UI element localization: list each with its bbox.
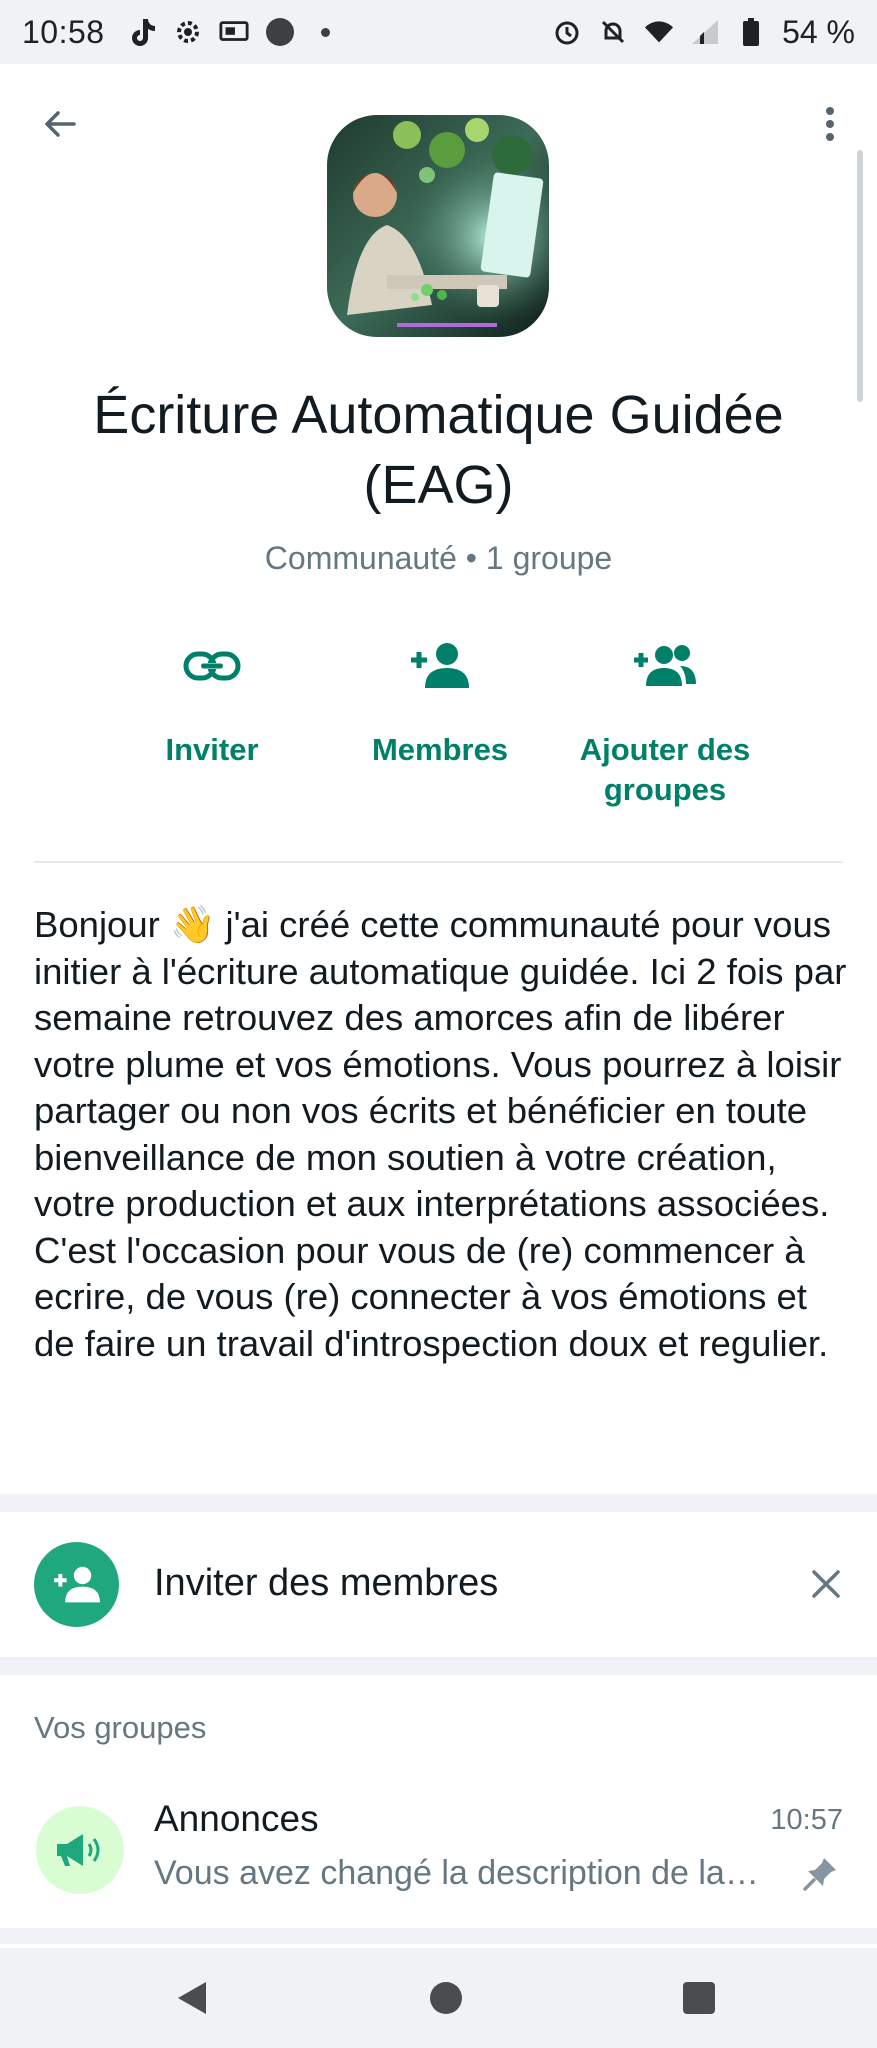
close-invite-button[interactable]: [804, 1562, 848, 1606]
community-description: Bonjour 👋 j'ai créé cette communauté pou…: [34, 904, 847, 1364]
circle-icon: [265, 17, 295, 47]
person-add-icon: [53, 1566, 100, 1602]
invite-action-label: Inviter: [165, 732, 259, 767]
invite-members-label: Inviter des membres: [154, 1562, 499, 1604]
cast-icon: [219, 17, 249, 47]
community-avatar[interactable]: [327, 115, 549, 337]
person-add-icon: [411, 643, 469, 688]
settings-icon: [173, 17, 203, 47]
arrow-left-icon: [45, 111, 76, 137]
battery-level: 54 %: [782, 13, 855, 50]
status-bar-left: 10:58: [22, 14, 341, 51]
invite-action-button[interactable]: Inviter: [132, 636, 292, 770]
status-bar-right: 54 %: [552, 14, 855, 51]
section-gap: [0, 1657, 877, 1675]
group-time: 10:57: [770, 1804, 843, 1836]
more-options-button[interactable]: [808, 100, 852, 148]
section-gap: [0, 1494, 877, 1512]
community-title: Écriture Automatique Guidée (EAG): [93, 385, 784, 515]
status-time: 10:58: [22, 13, 105, 50]
wifi-icon: [644, 17, 674, 47]
pin-icon: [800, 1854, 840, 1894]
group-row-annonces[interactable]: Annonces 10:57 Vous avez changé la descr…: [0, 1786, 877, 1916]
nav-home-icon[interactable]: [430, 1982, 462, 2014]
groups-section-title: Vos groupes: [34, 1710, 207, 1745]
section-gap: [0, 1928, 877, 1944]
nav-back-icon[interactable]: [176, 1980, 208, 2021]
group-name: Annonces: [154, 1798, 319, 1839]
alarm-icon: [552, 17, 582, 47]
system-nav-bar: [0, 1948, 877, 2048]
nav-recents-icon[interactable]: [683, 1982, 715, 2014]
link-icon: [183, 651, 241, 681]
signal-icon: [690, 17, 720, 47]
bell-off-icon: [598, 17, 628, 47]
close-icon: [812, 1570, 840, 1598]
more-vertical-icon: [826, 107, 834, 141]
status-bar: 10:58 54 %: [0, 0, 877, 64]
invite-members-avatar: [34, 1542, 119, 1627]
tiktok-icon: [127, 17, 157, 47]
invite-members-row[interactable]: Inviter des membres: [0, 1512, 877, 1657]
community-subtitle: Communauté • 1 groupe: [264, 540, 613, 576]
members-action-label: Membres: [371, 732, 509, 767]
add-groups-action-label: Ajouter des groupes: [579, 732, 751, 807]
members-action-button[interactable]: Membres: [350, 636, 530, 770]
megaphone-icon: [57, 1834, 100, 1866]
dot-icon: [311, 17, 341, 47]
group-avatar: [36, 1806, 124, 1894]
add-groups-action-button[interactable]: Ajouter des groupes: [570, 636, 760, 810]
group-add-icon: [634, 645, 696, 686]
back-button[interactable]: [36, 100, 84, 148]
scrollbar[interactable]: [857, 150, 863, 402]
battery-icon: [736, 17, 766, 47]
group-last-message: Vous avez changé la description de la co…: [154, 1854, 764, 1892]
divider: [34, 861, 843, 863]
